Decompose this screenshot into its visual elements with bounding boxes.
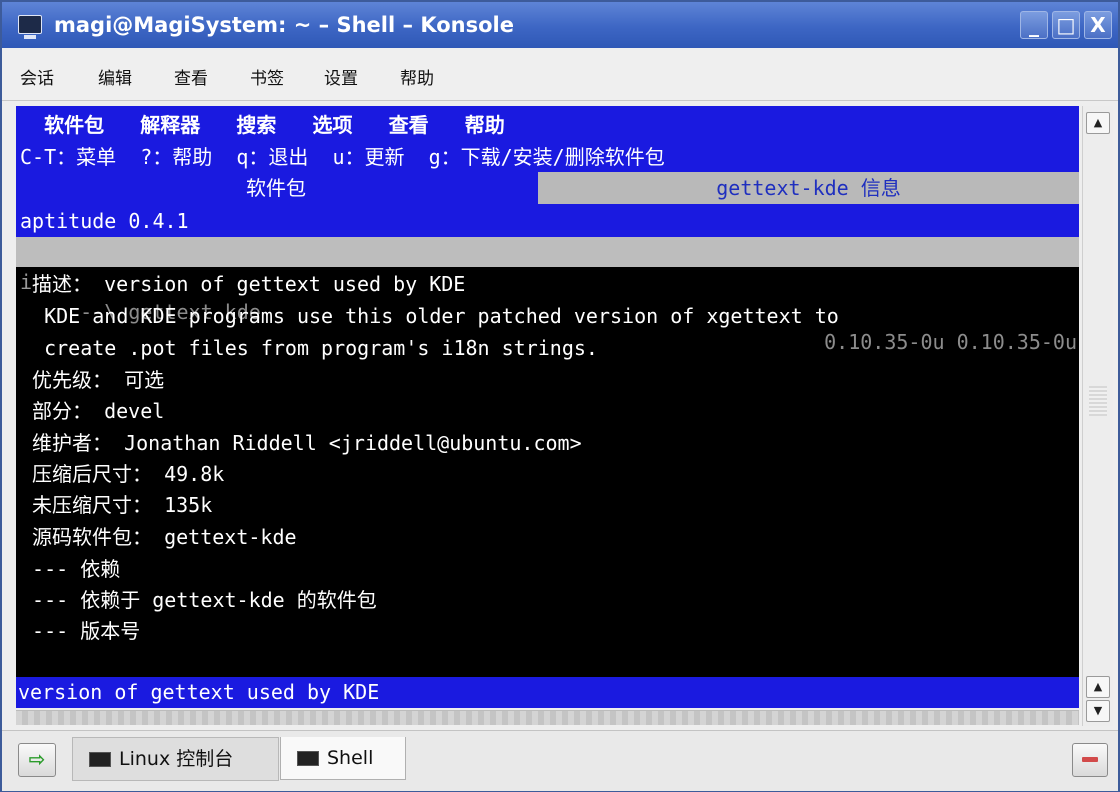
close-session-button[interactable]	[1072, 743, 1108, 777]
info-line: --- 依赖于 gettext-kde 的软件包	[20, 588, 377, 612]
menu-session[interactable]: 会话	[20, 64, 54, 89]
close-button[interactable]: X	[1084, 11, 1112, 39]
info-line: 优先级： 可选	[20, 368, 165, 392]
window-title: magi@MagiSystem: ~ – Shell – Konsole	[54, 13, 514, 37]
info-line: KDE and KDE programs use this older patc…	[20, 304, 839, 328]
scroll-up-button[interactable]: ▲	[1086, 676, 1110, 698]
tab-shell[interactable]: Shell	[280, 737, 406, 780]
status-line: version of gettext used by KDE	[18, 680, 380, 704]
menu-edit[interactable]: 编辑	[98, 64, 132, 89]
terminal-screen[interactable]: 软件包 解释器 搜索 选项 查看 帮助 C-T：菜单 ?：帮助 q：退出 u：更…	[16, 106, 1079, 708]
tab-label: Linux 控制台	[119, 748, 234, 770]
scroll-down-button[interactable]: ▼	[1086, 700, 1110, 722]
selected-package-row[interactable]: i --\ gettext-kde 0.10.35-0u 0.10.35-0u	[16, 237, 1079, 354]
info-line: create .pot files from program's i18n st…	[20, 336, 598, 360]
menu-bookmarks[interactable]: 书签	[250, 64, 284, 89]
tab-linux-console[interactable]: Linux 控制台	[72, 737, 279, 781]
info-line: --- 依赖	[20, 557, 121, 581]
title-bar[interactable]: magi@MagiSystem: ~ – Shell – Konsole _ □…	[2, 2, 1118, 48]
menu-help[interactable]: 帮助	[400, 64, 434, 89]
aptitude-version: aptitude 0.4.1	[20, 209, 189, 233]
info-line: 源码软件包： gettext-kde	[20, 525, 297, 549]
scroll-up-top-button[interactable]: ▲	[1086, 112, 1110, 134]
resize-separator[interactable]	[16, 710, 1079, 725]
aptitude-menu-line[interactable]: 软件包 解释器 搜索 选项 查看 帮助	[20, 110, 505, 141]
info-line: 维护者： Jonathan Riddell <jriddell@ubuntu.c…	[20, 431, 582, 455]
tab-label: Shell	[327, 747, 374, 769]
menu-view[interactable]: 查看	[174, 64, 208, 89]
terminal-icon	[89, 752, 111, 767]
maximize-button[interactable]: □	[1052, 11, 1080, 39]
info-line: 压缩后尺寸： 49.8k	[20, 462, 225, 486]
terminal-scrollbar[interactable]: ▲ ▲ ▼	[1082, 106, 1113, 726]
package-versions: 0.10.35-0u 0.10.35-0u	[824, 330, 1077, 354]
session-tab-bar: ⇨ Linux 控制台 Shell	[2, 730, 1118, 791]
info-line: 部分： devel	[20, 399, 165, 423]
info-line: 描述： version of gettext used by KDE	[20, 272, 466, 296]
info-line: 未压缩尺寸： 135k	[20, 493, 213, 517]
info-line: --- 版本号	[20, 619, 141, 643]
menu-bar: 会话 编辑 查看 书签 设置 帮助	[2, 48, 1118, 101]
info-pane-header: gettext-kde 信息	[538, 172, 1079, 204]
aptitude-keys-line: C-T：菜单 ?：帮助 q：退出 u：更新 g：下载/安装/删除软件包	[20, 145, 665, 169]
konsole-window: magi@MagiSystem: ~ – Shell – Konsole _ □…	[0, 0, 1120, 792]
terminal-app-icon[interactable]	[18, 15, 42, 39]
minimize-button[interactable]: _	[1020, 11, 1048, 39]
terminal-icon	[297, 751, 319, 766]
packages-pane-header: 软件包	[16, 172, 536, 204]
new-session-button[interactable]: ⇨	[18, 743, 56, 777]
scrollbar-grip[interactable]	[1089, 386, 1107, 416]
menu-settings[interactable]: 设置	[324, 64, 358, 89]
